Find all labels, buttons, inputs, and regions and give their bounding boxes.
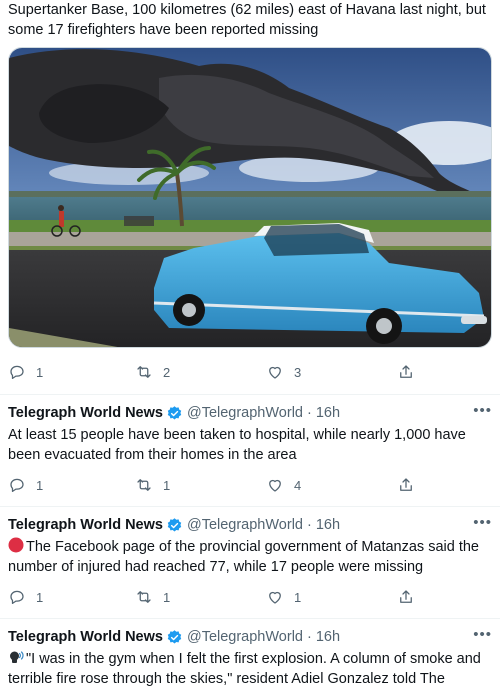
tweet-body: "I was in the gym when I felt the first … (8, 649, 494, 689)
tweet-actions: 1 2 3 (8, 360, 428, 384)
photo-illustration (9, 48, 491, 347)
like-button[interactable]: 4 (266, 476, 301, 494)
author-name[interactable]: Telegraph World News (8, 405, 163, 421)
retweet-icon (137, 366, 151, 378)
share-icon (400, 365, 412, 378)
tweet-text: The Facebook page of the provincial gove… (8, 539, 479, 575)
speaking-head-icon (10, 651, 24, 663)
reply-count: 1 (36, 589, 44, 605)
retweet-icon (137, 591, 151, 603)
reply-icon (10, 478, 24, 493)
more-icon[interactable]: ••• (473, 514, 492, 531)
tweet-time[interactable]: 16h (316, 405, 340, 421)
tweet-header: Telegraph World News @TelegraphWorld · 1… (8, 626, 494, 648)
share-button[interactable] (397, 476, 415, 494)
author-handle[interactable]: @TelegraphWorld (187, 405, 303, 421)
like-icon (269, 479, 281, 492)
more-icon[interactable]: ••• (473, 626, 492, 643)
tweet-time[interactable]: 16h (316, 629, 340, 645)
reply-count: 1 (36, 477, 44, 493)
share-button[interactable] (397, 588, 415, 606)
more-icon[interactable]: ••• (473, 402, 492, 419)
retweet-count: 1 (163, 589, 171, 605)
reply-count: 1 (36, 364, 44, 380)
divider (0, 394, 500, 395)
author-name[interactable]: Telegraph World News (8, 517, 163, 533)
tweet-header: Telegraph World News @TelegraphWorld · 1… (8, 514, 494, 536)
separator-dot: · (306, 629, 312, 645)
tweet[interactable]: Telegraph World News @TelegraphWorld · 1… (8, 626, 494, 689)
divider (0, 618, 500, 619)
share-button[interactable] (397, 363, 415, 381)
separator-dot: · (306, 405, 312, 421)
retweet-count: 1 (163, 477, 171, 493)
retweet-count: 2 (163, 364, 171, 380)
author-handle[interactable]: @TelegraphWorld (187, 629, 303, 645)
share-icon (400, 478, 412, 491)
reply-button[interactable]: 1 (8, 363, 43, 381)
separator-dot: · (306, 517, 312, 533)
retweet-icon (137, 479, 151, 491)
tweet-header: Telegraph World News @TelegraphWorld · 1… (8, 402, 494, 424)
like-count: 4 (294, 477, 302, 493)
retweet-button[interactable]: 1 (135, 476, 170, 494)
reply-icon (10, 590, 24, 605)
red-circle-icon (8, 537, 24, 553)
tweet-actions: 1 1 4 (8, 473, 428, 497)
like-count: 1 (294, 589, 302, 605)
tweet[interactable]: Telegraph World News @TelegraphWorld · 1… (8, 514, 494, 577)
tweet-time[interactable]: 16h (316, 517, 340, 533)
tweet-text-continuation: Supertanker Base, 100 kilometres (62 mil… (8, 2, 486, 38)
verified-badge-icon (167, 517, 182, 531)
tweet-actions: 1 1 1 (8, 585, 428, 609)
tweet-body: The Facebook page of the provincial gove… (8, 537, 494, 577)
tweet[interactable]: Telegraph World News @TelegraphWorld · 1… (8, 402, 494, 465)
author-name[interactable]: Telegraph World News (8, 629, 163, 645)
like-icon (269, 591, 281, 604)
like-button[interactable]: 3 (266, 363, 301, 381)
tweet-text: "I was in the gym when I felt the first … (8, 651, 481, 687)
tweet-photo[interactable] (8, 47, 492, 348)
verified-badge-icon (167, 405, 182, 419)
retweet-button[interactable]: 1 (135, 588, 170, 606)
like-button[interactable]: 1 (266, 588, 301, 606)
like-count: 3 (294, 364, 302, 380)
retweet-button[interactable]: 2 (135, 363, 170, 381)
reply-button[interactable]: 1 (8, 476, 43, 494)
tweet-text: At least 15 people have been taken to ho… (8, 427, 466, 463)
reply-icon (10, 365, 24, 380)
author-handle[interactable]: @TelegraphWorld (187, 517, 303, 533)
reply-button[interactable]: 1 (8, 588, 43, 606)
verified-badge-icon (167, 629, 182, 643)
divider (0, 506, 500, 507)
like-icon (269, 366, 281, 379)
share-icon (400, 590, 412, 603)
